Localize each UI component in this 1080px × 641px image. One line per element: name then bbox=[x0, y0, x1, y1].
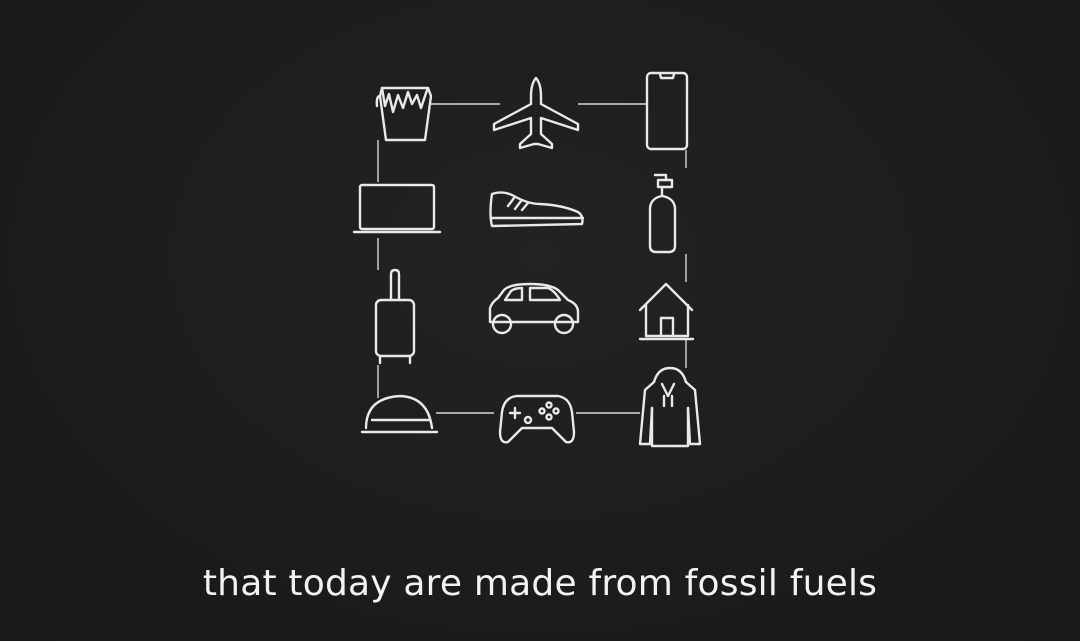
subtitle-caption: that today are made from fossil fuels bbox=[202, 563, 878, 604]
connector-lines bbox=[377, 103, 687, 414]
game-controller-icon bbox=[498, 394, 576, 444]
icon-grid bbox=[352, 71, 702, 448]
paint-bucket-icon bbox=[375, 86, 433, 142]
house-icon bbox=[638, 282, 695, 341]
hard-hat-icon bbox=[360, 394, 439, 434]
laptop-icon bbox=[352, 183, 442, 234]
video-frame: that today are made from fossil fuels bbox=[0, 0, 1080, 641]
pump-bottle-icon bbox=[648, 173, 677, 254]
smartphone-icon bbox=[645, 71, 689, 151]
car-icon bbox=[488, 282, 580, 335]
sneaker-icon bbox=[489, 191, 585, 228]
suitcase-icon bbox=[374, 268, 416, 365]
airplane-icon bbox=[492, 76, 580, 150]
hoodie-icon bbox=[638, 366, 702, 448]
